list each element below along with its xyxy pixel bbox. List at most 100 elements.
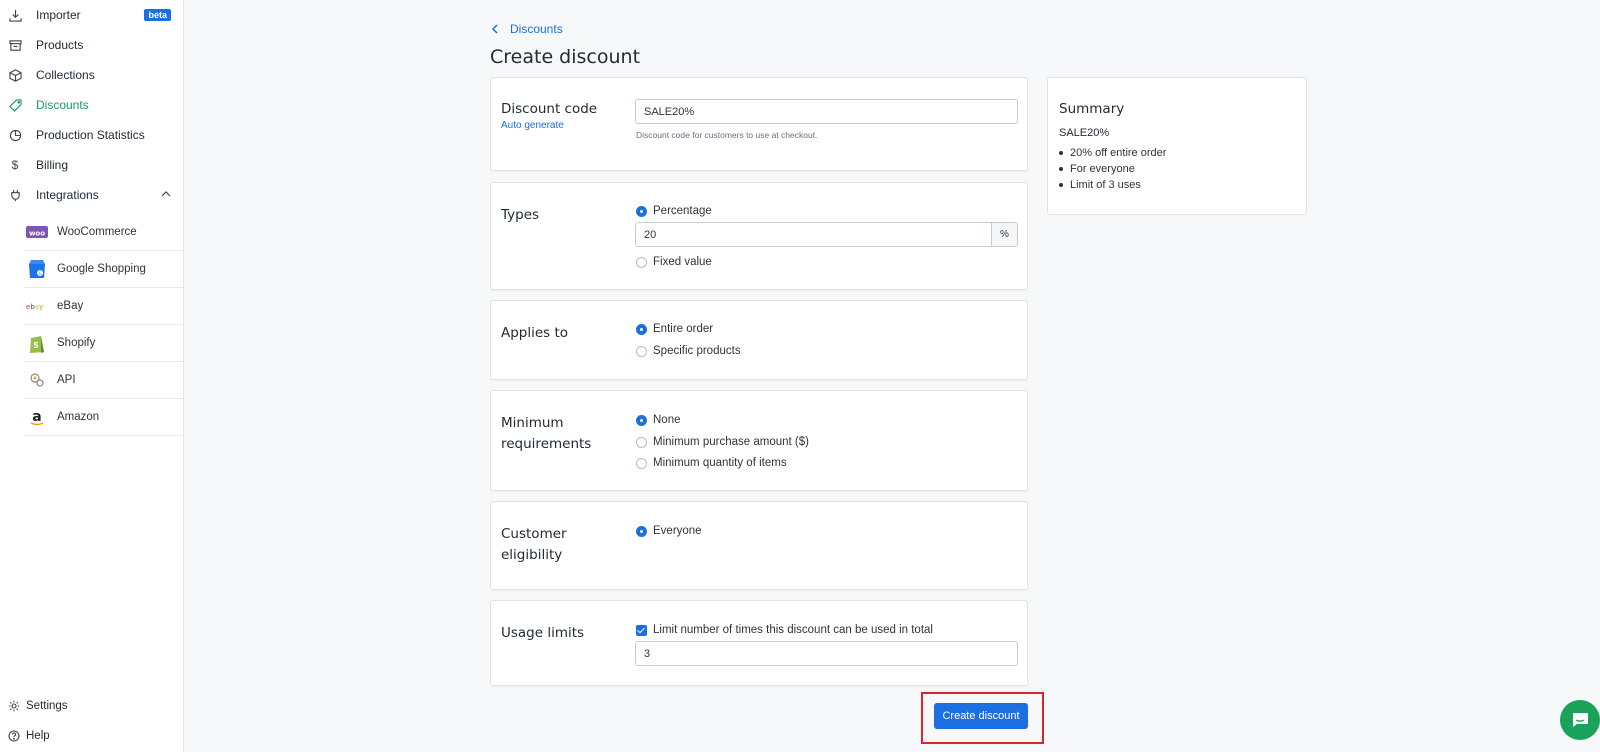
box-icon — [8, 68, 22, 82]
api-logo — [26, 369, 48, 391]
sidebar-item-products[interactable]: Products — [0, 30, 183, 60]
usage-limit-input[interactable] — [635, 641, 1018, 666]
types-card: Types Percentage % Fixed value — [490, 182, 1028, 290]
applies-to-label: Applies to — [501, 325, 569, 341]
usage-limits-card: Usage limits Limit number of times this … — [490, 600, 1028, 686]
ebay-logo: ebay — [26, 295, 48, 317]
breadcrumb-label: Discounts — [510, 22, 563, 36]
radio-label: Minimum quantity of items — [653, 457, 787, 469]
beta-badge: beta — [144, 9, 171, 21]
sidebar-item-settings[interactable]: Settings — [0, 692, 183, 720]
summary-code: SALE20% — [1059, 127, 1110, 139]
chevron-up-icon[interactable] — [161, 189, 171, 199]
integration-label: WooCommerce — [57, 226, 137, 238]
sidebar-item-label: Help — [26, 730, 50, 742]
integration-google-shopping[interactable]: G Google Shopping — [24, 251, 183, 288]
sidebar-item-importer[interactable]: Importer beta — [0, 0, 183, 30]
sidebar-item-integrations[interactable]: Integrations — [0, 180, 183, 210]
summary-card: Summary SALE20% 20% off entire order For… — [1047, 77, 1307, 215]
archive-icon — [8, 38, 22, 52]
integration-amazon[interactable]: a Amazon — [24, 399, 183, 436]
integration-label: Google Shopping — [57, 263, 146, 275]
minimum-requirements-label: Minimum requirements — [501, 415, 592, 452]
type-fixed-value-radio[interactable]: Fixed value — [636, 256, 712, 268]
chat-button[interactable] — [1560, 700, 1600, 740]
create-discount-button[interactable]: Create discount — [934, 703, 1028, 729]
auto-generate-link[interactable]: Auto generate — [501, 120, 564, 131]
summary-list: 20% off entire order For everyone Limit … — [1059, 145, 1166, 193]
customer-eligibility-label: Customer eligibility — [501, 526, 567, 563]
radio-label: Everyone — [653, 525, 702, 537]
types-label: Types — [501, 207, 540, 223]
percent-suffix: % — [991, 222, 1018, 247]
tag-icon — [8, 98, 22, 112]
type-percentage-radio[interactable]: Percentage — [636, 205, 712, 217]
integration-label: API — [57, 374, 76, 386]
usage-limit-checkbox[interactable]: Limit number of times this discount can … — [636, 624, 933, 636]
sidebar-item-production-statistics[interactable]: Production Statistics — [0, 120, 183, 150]
integration-shopify[interactable]: S Shopify — [24, 325, 183, 362]
chat-icon — [1573, 713, 1588, 727]
radio-label: None — [653, 414, 681, 426]
svg-text:S: S — [33, 341, 39, 350]
customer-eligibility-card: Customer eligibility Everyone — [490, 501, 1028, 590]
sidebar-item-label: Discounts — [36, 98, 89, 112]
sidebar-item-label: Products — [36, 38, 84, 52]
minimum-none-radio[interactable]: None — [636, 414, 681, 426]
sidebar-item-billing[interactable]: $ Billing — [0, 150, 183, 180]
chevron-left-icon — [491, 24, 498, 34]
dollar-icon: $ — [11, 158, 19, 172]
radio-label: Specific products — [653, 345, 741, 357]
applies-entire-order-radio[interactable]: Entire order — [636, 323, 713, 335]
applies-to-card: Applies to Entire order Specific product… — [490, 300, 1028, 380]
percentage-value-input[interactable] — [635, 222, 992, 247]
minimum-requirements-card: Minimum requirements None Minimum purcha… — [490, 390, 1028, 491]
shopify-logo: S — [26, 332, 48, 354]
svg-text:a: a — [32, 409, 41, 425]
sidebar-item-label: Settings — [26, 700, 68, 712]
breadcrumb-back-link[interactable]: Discounts — [490, 22, 563, 36]
discount-code-label: Discount code — [501, 101, 598, 117]
svg-text:G: G — [38, 271, 41, 276]
help-icon — [8, 730, 20, 742]
sidebar-item-label: Collections — [36, 68, 95, 82]
usage-limits-label: Usage limits — [501, 625, 585, 641]
sidebar-item-collections[interactable]: Collections — [0, 60, 183, 90]
sidebar-item-label: Importer — [36, 8, 81, 22]
page-title: Create discount — [490, 46, 641, 68]
integration-woocommerce[interactable]: woo WooCommerce — [24, 214, 183, 251]
integration-label: eBay — [57, 300, 84, 312]
radio-label: Minimum purchase amount ($) — [653, 436, 809, 448]
svg-text:woo: woo — [29, 230, 45, 238]
eligibility-everyone-radio[interactable]: Everyone — [636, 525, 702, 537]
discount-code-input[interactable] — [635, 99, 1018, 124]
download-icon — [8, 8, 22, 22]
svg-text:ebay: ebay — [26, 303, 43, 311]
woocommerce-logo: woo — [26, 221, 48, 243]
sidebar-item-discounts[interactable]: Discounts — [0, 90, 183, 120]
gear-icon — [8, 700, 20, 712]
sidebar: Importer beta Products Collections Disco… — [0, 0, 184, 752]
summary-line: Limit of 3 uses — [1059, 177, 1166, 193]
discount-code-card: Discount code Auto generate Discount cod… — [490, 77, 1028, 171]
radio-label: Fixed value — [653, 256, 712, 268]
checkbox-label: Limit number of times this discount can … — [653, 624, 933, 636]
minimum-purchase-amount-radio[interactable]: Minimum purchase amount ($) — [636, 436, 809, 448]
integration-label: Amazon — [57, 411, 100, 423]
google-shopping-logo: G — [26, 258, 48, 280]
pie-chart-icon — [8, 128, 22, 142]
radio-label: Entire order — [653, 323, 714, 335]
integration-api[interactable]: API — [24, 362, 183, 399]
minimum-quantity-radio[interactable]: Minimum quantity of items — [636, 457, 787, 469]
radio-label: Percentage — [653, 205, 712, 217]
amazon-logo: a — [26, 406, 48, 428]
summary-line: For everyone — [1059, 161, 1166, 177]
sidebar-item-label: Production Statistics — [36, 128, 145, 142]
applies-specific-products-radio[interactable]: Specific products — [636, 345, 741, 357]
summary-line: 20% off entire order — [1059, 145, 1166, 161]
discount-code-help: Discount code for customers to use at ch… — [636, 130, 818, 140]
sidebar-item-help[interactable]: Help — [0, 722, 183, 750]
integration-ebay[interactable]: ebay eBay — [24, 288, 183, 325]
sidebar-item-label: Billing — [36, 158, 69, 172]
integration-label: Shopify — [57, 337, 96, 349]
